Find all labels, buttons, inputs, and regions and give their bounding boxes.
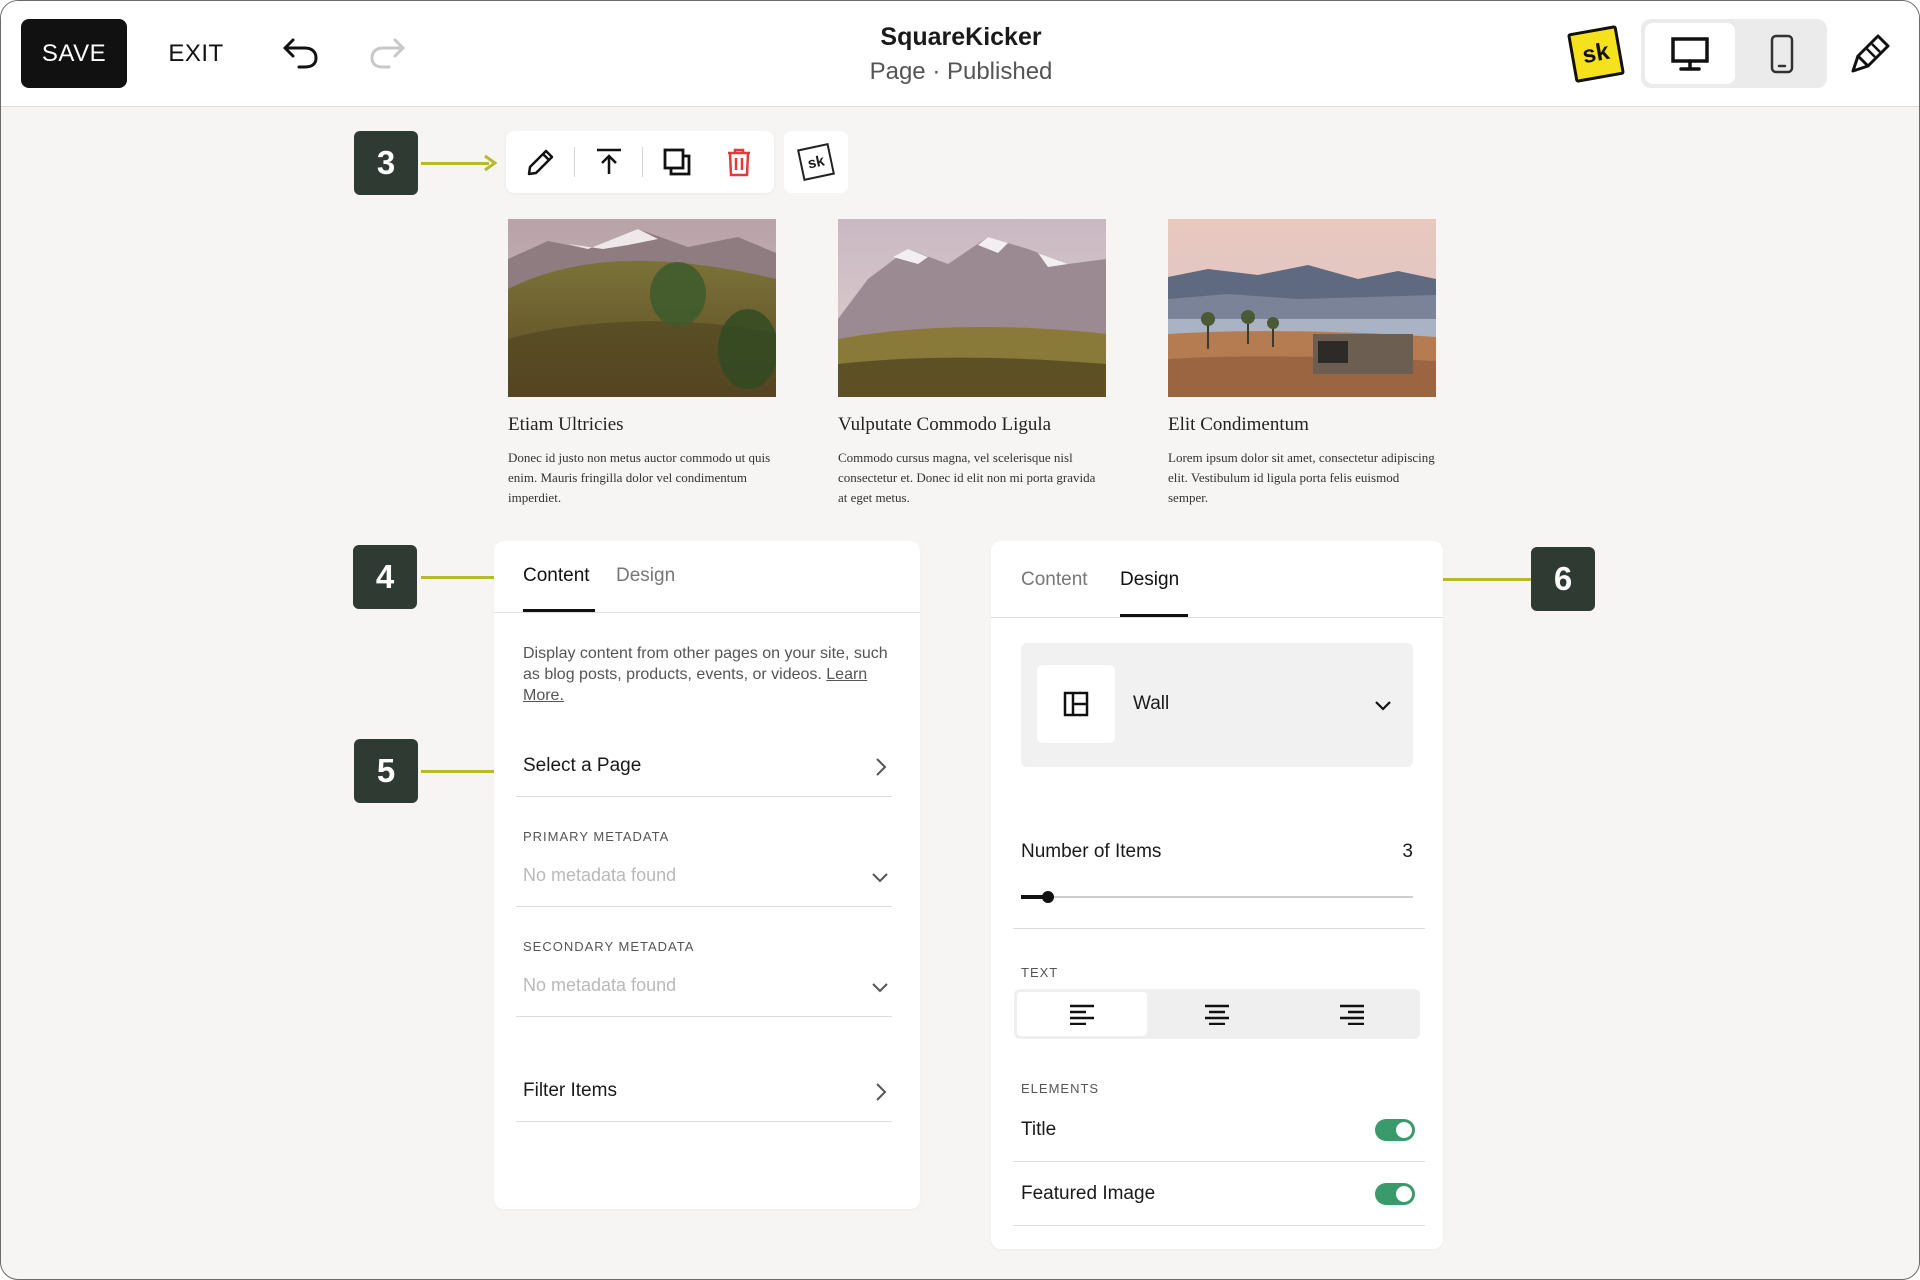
layout-name: Wall — [1133, 693, 1170, 714]
callout-arrow — [421, 162, 489, 165]
desktop-icon[interactable] — [1645, 23, 1735, 84]
card-description: Donec id justo non metus auctor commodo … — [508, 450, 771, 505]
page-status: Page · Published — [869, 58, 1053, 85]
secondary-metadata-select[interactable]: No metadata found — [523, 975, 676, 996]
app-frame: SAVE EXIT SquareKicker Page · Published … — [0, 0, 1920, 1280]
callout-arrow — [421, 770, 503, 773]
summary-card[interactable]: Elit Condimentum Lorem ipsum dolor sit a… — [1168, 219, 1436, 508]
block-toolbar — [506, 131, 774, 193]
duplicate-icon[interactable] — [650, 131, 704, 193]
tab-content[interactable]: Content — [1021, 569, 1088, 591]
filter-items-button[interactable]: Filter Items — [523, 1080, 617, 1102]
select-page-button[interactable]: Select a Page — [523, 755, 641, 777]
panel-description: Display content from other pages on your… — [523, 643, 893, 706]
trash-icon[interactable] — [712, 131, 766, 193]
callout-6: 6 — [1531, 547, 1595, 611]
number-of-items-label: Number of Items — [1021, 841, 1162, 862]
callout-arrow — [421, 576, 503, 579]
callout-3: 3 — [354, 131, 418, 195]
page-title-group: SquareKicker Page · Published — [761, 23, 1161, 86]
design-panel: Content Design Wall Number of Items 3 TE… — [991, 541, 1443, 1249]
text-section-label: TEXT — [1021, 965, 1059, 980]
wall-layout-icon — [1037, 665, 1115, 743]
card-title: Elit Condimentum — [1168, 414, 1309, 435]
align-center-icon[interactable] — [1152, 992, 1282, 1036]
primary-metadata-label: PRIMARY METADATA — [523, 829, 670, 844]
layout-dropdown[interactable]: Wall — [1021, 643, 1413, 767]
section-divider — [1013, 928, 1425, 929]
tab-design[interactable]: Design — [1120, 569, 1179, 591]
squarekicker-logo: sk — [797, 143, 835, 181]
move-up-icon[interactable] — [582, 131, 636, 193]
title-toggle[interactable] — [1375, 1119, 1415, 1141]
row-divider — [516, 796, 892, 797]
mobile-icon[interactable] — [1741, 23, 1823, 84]
squarekicker-tool-button[interactable]: sk — [784, 131, 848, 193]
row-divider — [516, 1121, 892, 1122]
toolbar-divider — [574, 147, 575, 177]
arrow-head-icon — [484, 154, 497, 172]
chevron-down-icon — [1375, 701, 1391, 711]
site-name: SquareKicker — [880, 23, 1042, 51]
squarekicker-logo[interactable]: sk — [1567, 25, 1625, 83]
redo-icon[interactable] — [357, 27, 417, 79]
top-bar: SAVE EXIT SquareKicker Page · Published … — [1, 1, 1919, 107]
featured-image-toggle[interactable] — [1375, 1183, 1415, 1205]
align-left-icon[interactable] — [1017, 992, 1147, 1036]
text-alignment-group — [1014, 989, 1420, 1039]
secondary-metadata-label: SECONDARY METADATA — [523, 939, 695, 954]
chevron-down-icon — [872, 873, 888, 883]
card-title: Vulputate Commodo Ligula — [838, 414, 1052, 435]
chevron-right-icon — [876, 758, 887, 776]
row-divider — [1013, 1225, 1425, 1226]
align-right-icon[interactable] — [1287, 992, 1417, 1036]
card-description: Commodo cursus magna, vel scelerisque ni… — [838, 450, 1096, 505]
element-title-label: Title — [1021, 1119, 1057, 1140]
primary-metadata-select[interactable]: No metadata found — [523, 865, 676, 886]
callout-5: 5 — [354, 739, 418, 803]
card-image — [1168, 219, 1436, 397]
card-title: Etiam Ultricies — [508, 414, 624, 435]
pencil-icon[interactable] — [514, 131, 568, 193]
tab-content[interactable]: Content — [523, 565, 590, 587]
toolbar-divider — [642, 147, 643, 177]
paint-brush-icon[interactable] — [1841, 27, 1901, 79]
tab-design[interactable]: Design — [616, 565, 675, 587]
tab-divider — [991, 617, 1443, 618]
exit-button[interactable]: EXIT — [159, 19, 233, 88]
number-of-items-slider[interactable] — [1021, 891, 1413, 903]
device-toggle — [1641, 19, 1827, 88]
number-of-items-value: 3 — [1402, 841, 1413, 862]
summary-card[interactable]: Etiam Ultricies Donec id justo non metus… — [508, 219, 776, 508]
undo-icon[interactable] — [271, 27, 331, 79]
tab-divider — [494, 612, 920, 613]
callout-4: 4 — [353, 545, 417, 609]
row-divider — [516, 906, 892, 907]
chevron-right-icon — [876, 1083, 887, 1101]
slider-handle[interactable] — [1042, 891, 1055, 903]
toggle-knob — [1396, 1186, 1412, 1202]
chevron-down-icon — [872, 983, 888, 993]
card-description: Lorem ipsum dolor sit amet, consectetur … — [1168, 450, 1435, 505]
elements-section-label: ELEMENTS — [1021, 1081, 1100, 1096]
row-divider — [1013, 1161, 1425, 1162]
content-panel: Content Design Display content from othe… — [494, 541, 920, 1209]
summary-card[interactable]: Vulputate Commodo Ligula Commodo cursus … — [838, 219, 1106, 508]
card-image — [838, 219, 1106, 397]
row-divider — [516, 1016, 892, 1017]
toggle-knob — [1396, 1122, 1412, 1138]
element-featured-image-label: Featured Image — [1021, 1183, 1156, 1204]
card-image — [508, 219, 776, 397]
save-button[interactable]: SAVE — [21, 19, 127, 88]
